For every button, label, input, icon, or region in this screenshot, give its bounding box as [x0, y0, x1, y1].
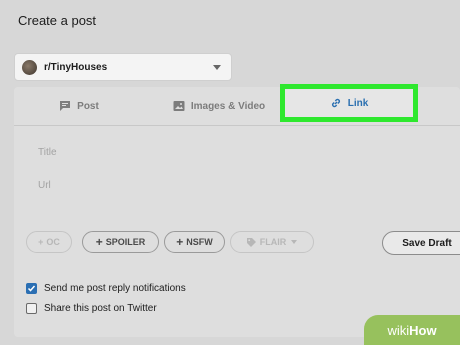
plus-icon: +: [176, 235, 184, 249]
reply-notifications-checkbox[interactable]: [26, 283, 37, 294]
tag-icon: [246, 237, 256, 247]
spoiler-button[interactable]: + SPOILER: [82, 231, 159, 253]
watermark-how: How: [409, 322, 437, 338]
nsfw-button[interactable]: + NSFW: [164, 231, 225, 253]
tab-link-label: Link: [347, 97, 369, 109]
community-selector[interactable]: r/TinyHouses: [14, 53, 232, 81]
chevron-down-icon: [213, 65, 221, 70]
post-icon: [60, 101, 71, 111]
tab-post-label: Post: [77, 100, 99, 112]
share-twitter-option[interactable]: Share this post on Twitter: [26, 303, 157, 314]
post-type-tabs: Post Images & Video Link: [14, 84, 460, 126]
tab-images-video[interactable]: Images & Video: [154, 87, 284, 125]
tab-images-video-label: Images & Video: [190, 100, 266, 112]
page-title: Create a post: [18, 13, 97, 28]
reply-notifications-option[interactable]: Send me post reply notifications: [26, 283, 186, 294]
title-input[interactable]: Title: [26, 138, 456, 166]
share-twitter-checkbox[interactable]: [26, 303, 37, 314]
spoiler-label: SPOILER: [105, 237, 146, 247]
image-icon: [173, 101, 185, 111]
chevron-down-icon: [291, 240, 298, 244]
tab-link[interactable]: Link: [280, 84, 418, 122]
oc-label: OC: [46, 237, 60, 247]
save-draft-button[interactable]: Save Draft: [382, 231, 460, 255]
tab-post[interactable]: Post: [14, 87, 144, 125]
oc-button[interactable]: + OC: [26, 231, 72, 253]
flair-label: FLAIR: [259, 237, 287, 247]
wikihow-watermark: wiki How: [364, 315, 460, 345]
plus-icon: +: [95, 235, 103, 249]
reply-notifications-label: Send me post reply notifications: [44, 283, 186, 294]
link-icon: [331, 98, 340, 108]
plus-icon: +: [38, 237, 44, 247]
share-twitter-label: Share this post on Twitter: [44, 303, 157, 314]
url-input[interactable]: Url: [26, 171, 456, 199]
checkmark-icon: [27, 285, 36, 292]
nsfw-label: NSFW: [186, 237, 213, 247]
watermark-wiki: wiki: [387, 322, 410, 338]
flair-button[interactable]: FLAIR: [230, 231, 314, 253]
community-avatar: [22, 59, 37, 75]
post-card: Post Images & Video Link Title Url + OC …: [14, 84, 460, 337]
community-name: r/TinyHouses: [44, 61, 108, 73]
